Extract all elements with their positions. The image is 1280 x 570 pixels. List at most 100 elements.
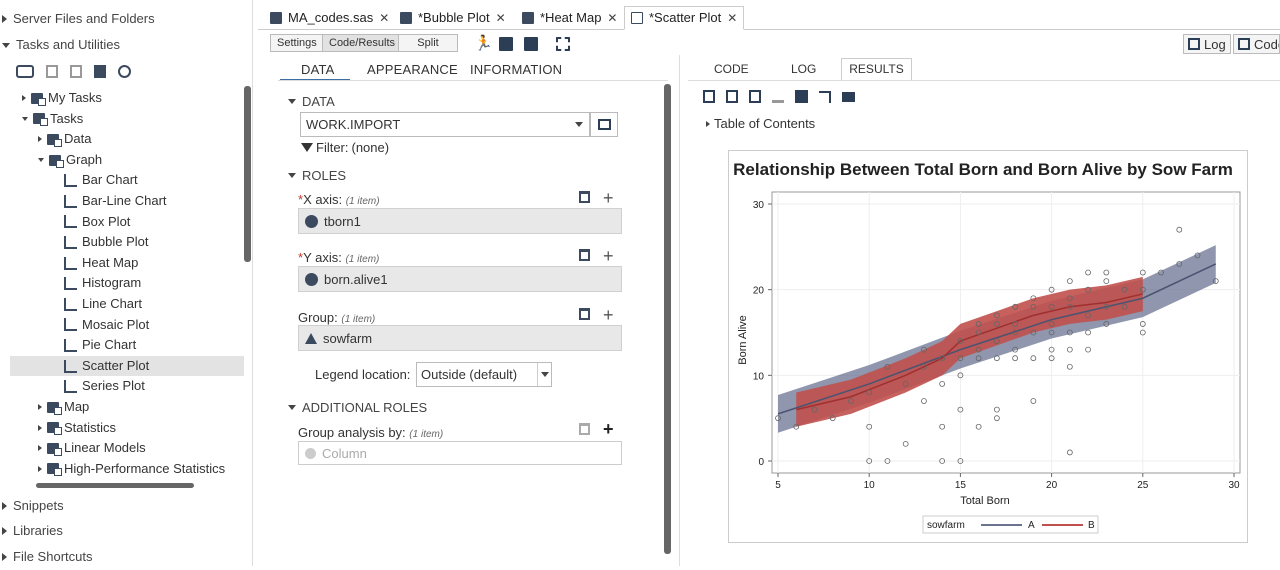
expand-arrow-icon[interactable] <box>38 424 42 431</box>
close-icon[interactable]: ✕ <box>496 6 506 30</box>
x-axis-label: *X axis: (1 item) <box>298 192 380 207</box>
expand-arrow-icon[interactable] <box>22 95 26 102</box>
code-button[interactable]: Code <box>1233 34 1280 54</box>
delete-icon[interactable] <box>46 65 58 78</box>
download-pdf-icon[interactable] <box>726 90 738 103</box>
expand-arrow-icon[interactable] <box>38 445 42 452</box>
add-icon[interactable]: + <box>603 247 614 265</box>
tree-item[interactable]: Pie Chart <box>10 335 244 356</box>
tasks-utilities-section[interactable]: Tasks and Utilities <box>0 32 250 58</box>
open-new-window-icon[interactable] <box>819 90 831 103</box>
new-task-icon[interactable] <box>16 65 34 78</box>
collapse-arrow-icon[interactable] <box>38 158 44 163</box>
tree-item[interactable]: Line Chart <box>10 294 244 315</box>
tree-item[interactable]: Mosaic Plot <box>10 315 244 336</box>
libraries-section[interactable]: Libraries <box>0 518 250 544</box>
tab-information[interactable]: INFORMATION <box>470 62 562 77</box>
tree-item[interactable]: Series Plot <box>10 376 244 397</box>
tab-code[interactable]: CODE <box>714 62 749 76</box>
collapse-arrow-icon[interactable] <box>22 116 28 121</box>
maximize-icon[interactable] <box>556 37 570 51</box>
additional-roles-header[interactable]: ADDITIONAL ROLES <box>288 400 427 415</box>
run-icon[interactable]: 🏃 <box>474 34 493 52</box>
delete-icon[interactable] <box>579 308 590 320</box>
graph-task-icon <box>64 338 77 352</box>
tree-item[interactable]: Graph <box>10 150 244 171</box>
dataset-browse-button[interactable] <box>590 112 618 137</box>
data-section-header[interactable]: DATA <box>288 94 335 109</box>
filter-row[interactable]: Filter: (none) <box>301 140 389 155</box>
email-icon[interactable] <box>842 91 855 102</box>
save-as-icon[interactable] <box>524 37 538 51</box>
tab-scatter-plot[interactable]: *Scatter Plot ✕ <box>624 6 745 30</box>
tree-item[interactable]: Tasks <box>10 109 244 130</box>
tab-heat-map[interactable]: *Heat Map ✕ <box>516 6 623 30</box>
tree-item[interactable]: Bar-Line Chart <box>10 191 244 212</box>
add-icon[interactable]: + <box>603 306 614 324</box>
tree-item[interactable]: Data <box>10 129 244 150</box>
download-html-icon[interactable] <box>703 90 715 103</box>
table-of-contents-toggle[interactable]: Table of Contents <box>706 116 815 131</box>
tab-data[interactable]: DATA <box>301 62 335 77</box>
legend-location-label: Legend location: <box>315 367 411 382</box>
tree-item[interactable]: Histogram <box>10 273 244 294</box>
close-icon[interactable]: ✕ <box>607 6 617 30</box>
refresh-icon[interactable] <box>118 65 131 78</box>
tab-ma-codes[interactable]: MA_codes.sas ✕ <box>264 6 395 30</box>
expand-arrow-icon[interactable] <box>38 136 42 143</box>
tree-item[interactable]: My Tasks <box>10 88 244 109</box>
tab-results[interactable]: RESULTS <box>841 58 912 80</box>
delete-icon[interactable] <box>579 423 590 435</box>
close-icon[interactable]: ✕ <box>379 6 389 30</box>
server-files-section[interactable]: Server Files and Folders <box>0 6 250 32</box>
download-icon[interactable] <box>772 90 784 103</box>
settings-scrollbar[interactable] <box>664 84 671 554</box>
table-icon <box>597 119 611 130</box>
tab-bubble-plot[interactable]: *Bubble Plot ✕ <box>394 6 512 30</box>
x-axis-title: Total Born <box>960 495 1010 507</box>
group-analysis-field[interactable]: Column <box>298 441 622 465</box>
download-rtf-icon[interactable] <box>749 90 761 103</box>
tree-item[interactable]: Heat Map <box>10 253 244 274</box>
expand-arrow-icon[interactable] <box>38 404 42 411</box>
tree-item[interactable]: High-Performance Statistics <box>10 459 244 480</box>
tree-item-label: Line Chart <box>82 295 142 311</box>
y-axis-value: born.alive1 <box>324 271 388 287</box>
print-icon[interactable] <box>795 90 808 103</box>
save-icon[interactable] <box>499 37 513 51</box>
tree-horizontal-scrollbar[interactable] <box>36 483 194 488</box>
tree-item[interactable]: Statistics <box>10 418 244 439</box>
expand-arrow-icon[interactable] <box>38 465 42 472</box>
tree-item-label: My Tasks <box>48 90 102 105</box>
tree-item[interactable]: Linear Models <box>10 438 244 459</box>
pane-divider[interactable] <box>679 55 680 566</box>
tree-item[interactable]: Map <box>10 397 244 418</box>
tab-log[interactable]: LOG <box>791 62 816 76</box>
roles-section-header[interactable]: ROLES <box>288 168 346 183</box>
code-results-view-button[interactable]: Code/Results <box>322 34 403 52</box>
graph-task-icon <box>64 380 77 394</box>
snippets-section[interactable]: Snippets <box>0 493 250 519</box>
group-field[interactable]: sowfarm <box>298 325 622 351</box>
x-axis-field[interactable]: tborn1 <box>298 208 622 234</box>
dataset-select[interactable]: WORK.IMPORT <box>300 112 590 137</box>
legend-location-select[interactable]: Outside (default) <box>416 362 552 387</box>
list-icon[interactable] <box>94 65 106 78</box>
settings-view-button[interactable]: Settings <box>270 34 324 52</box>
split-view-button[interactable]: Split <box>398 34 458 52</box>
tree-item[interactable]: Scatter Plot <box>10 355 244 377</box>
delete-icon[interactable] <box>579 191 590 203</box>
tree-vertical-scrollbar[interactable] <box>244 86 251 262</box>
close-icon[interactable]: ✕ <box>727 6 737 30</box>
log-button[interactable]: Log <box>1183 34 1231 54</box>
y-axis-field[interactable]: born.alive1 <box>298 266 622 292</box>
add-icon[interactable]: + <box>603 189 614 207</box>
tab-appearance[interactable]: APPEARANCE <box>367 62 458 77</box>
tree-item[interactable]: Bar Chart <box>10 170 244 191</box>
file-shortcuts-section[interactable]: File Shortcuts <box>0 544 250 570</box>
properties-icon[interactable] <box>70 65 82 78</box>
tree-item[interactable]: Bubble Plot <box>10 232 244 253</box>
add-icon[interactable]: + <box>603 420 614 438</box>
delete-icon[interactable] <box>579 249 590 261</box>
tree-item[interactable]: Box Plot <box>10 212 244 233</box>
